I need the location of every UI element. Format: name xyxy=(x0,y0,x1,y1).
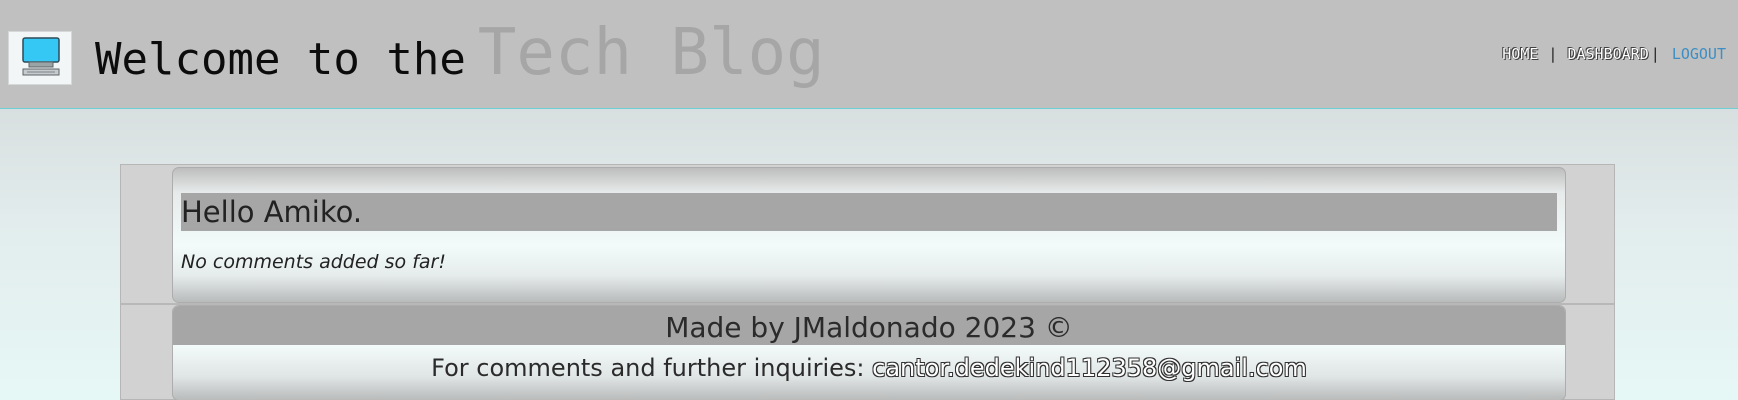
computer-monitor-icon[interactable] xyxy=(8,31,72,85)
footer-contact-label: For comments and further inquiries: xyxy=(431,354,865,382)
footer-contact-email[interactable]: cantor.dedekind112358@gmail.com xyxy=(872,354,1307,382)
footer-credit: Made by JMaldonado 2023 © xyxy=(173,306,1565,345)
site-title-brand: Tech Blog xyxy=(477,16,825,90)
nav-dashboard-link[interactable]: DASHBOARD xyxy=(1567,45,1648,63)
site-header: Welcome to the Tech Blog HOME | DASHBOARD… xyxy=(0,0,1738,109)
main-nav: HOME | DASHBOARD | LOGOUT xyxy=(1502,45,1726,63)
greeting-card: Hello Amiko. No comments added so far! xyxy=(172,167,1566,303)
nav-separator: | xyxy=(1550,45,1556,63)
main-container: Hello Amiko. No comments added so far! M… xyxy=(120,164,1615,400)
site-footer: Made by JMaldonado 2023 © For comments a… xyxy=(172,305,1566,400)
footer-contact: For comments and further inquiries: cant… xyxy=(173,354,1565,382)
card-body-text: No comments added so far! xyxy=(181,251,446,273)
card-title: Hello Amiko. xyxy=(181,193,1557,231)
site-title-prefix: Welcome to the xyxy=(95,34,466,85)
nav-home-link[interactable]: HOME xyxy=(1502,45,1538,63)
nav-separator: | xyxy=(1652,45,1658,63)
nav-logout-link[interactable]: LOGOUT xyxy=(1672,45,1726,63)
site-title: Welcome to the Tech Blog xyxy=(95,12,825,90)
